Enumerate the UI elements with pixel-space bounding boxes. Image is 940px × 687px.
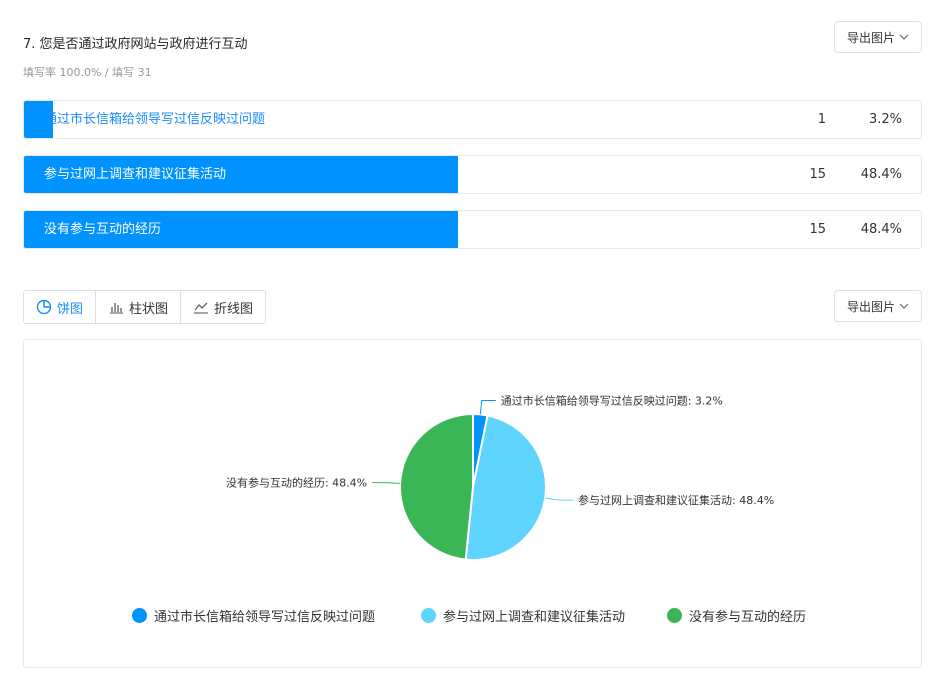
export-image-button-chart[interactable]: 导出图片 xyxy=(834,290,922,322)
option-percent: 48.4% xyxy=(860,222,902,237)
slice-label-3: 没有参与互动的经历: 48.4% xyxy=(226,476,367,490)
chart-panel: 通过市长信箱给领导写过信反映过问题: 3.2% 参与过网上调查和建议征集活动: 4… xyxy=(23,339,922,668)
tab-label: 柱状图 xyxy=(129,301,169,317)
legend-marker xyxy=(667,608,682,623)
tab-label: 折线图 xyxy=(214,301,254,317)
slice-leader-line-1 xyxy=(479,399,496,415)
slice-label-2: 参与过网上调查和建议征集活动: 48.4% xyxy=(578,493,774,507)
question-meta: 填写率 100.0% / 填写 31 xyxy=(23,66,152,79)
slice-leader-line-2 xyxy=(545,497,574,501)
chevron-down-icon xyxy=(899,34,909,40)
export-image-label: 导出图片 xyxy=(846,299,895,314)
option-count: 1 xyxy=(817,112,826,127)
chart-type-tabs: 饼图 柱状图 折线图 xyxy=(23,290,267,324)
tab-label: 饼图 xyxy=(57,301,84,317)
option-percent: 48.4% xyxy=(860,167,902,182)
chevron-down-icon xyxy=(899,303,909,309)
legend-item-2[interactable]: 参与过网上调查和建议征集活动 xyxy=(421,606,625,625)
slice-label-1: 通过市长信箱给领导写过信反映过问题: 3.2% xyxy=(501,393,723,407)
tab-pie[interactable]: 饼图 xyxy=(24,291,97,323)
tab-line[interactable]: 折线图 xyxy=(181,291,265,323)
option-label: 通过市长信箱给领导写过信反映过问题 xyxy=(44,112,266,127)
pie-chart-icon xyxy=(36,299,52,315)
option-row-3: 没有参与互动的经历 15 48.4% xyxy=(23,210,922,249)
legend-marker xyxy=(132,608,147,623)
slice-leader-line-3 xyxy=(372,482,401,484)
export-image-label: 导出图片 xyxy=(846,30,895,45)
legend-marker xyxy=(421,608,436,623)
tab-bar[interactable]: 柱状图 xyxy=(96,291,182,323)
pie-slice-3[interactable] xyxy=(399,412,474,561)
question-title: 7. 您是否通过政府网站与政府进行互动 xyxy=(23,37,248,52)
option-label: 参与过网上调查和建议征集活动 xyxy=(44,167,227,182)
legend-label: 没有参与互动的经历 xyxy=(689,610,807,625)
line-chart-icon xyxy=(194,302,209,314)
option-percent: 3.2% xyxy=(868,112,902,127)
option-count: 15 xyxy=(809,167,826,182)
legend-item-3[interactable]: 没有参与互动的经历 xyxy=(667,606,806,625)
legend-label: 参与过网上调查和建议征集活动 xyxy=(443,610,626,625)
option-row-2: 参与过网上调查和建议征集活动 15 48.4% xyxy=(23,155,922,194)
legend-label: 通过市长信箱给领导写过信反映过问题 xyxy=(154,610,376,625)
option-count: 15 xyxy=(809,222,826,237)
bar-chart-icon xyxy=(110,303,124,314)
option-row-1: 通过市长信箱给领导写过信反映过问题 1 3.2% xyxy=(23,100,922,139)
legend-item-1[interactable]: 通过市长信箱给领导写过信反映过问题 xyxy=(132,606,375,625)
export-image-button-top[interactable]: 导出图片 xyxy=(834,21,922,53)
option-label: 没有参与互动的经历 xyxy=(44,222,162,237)
